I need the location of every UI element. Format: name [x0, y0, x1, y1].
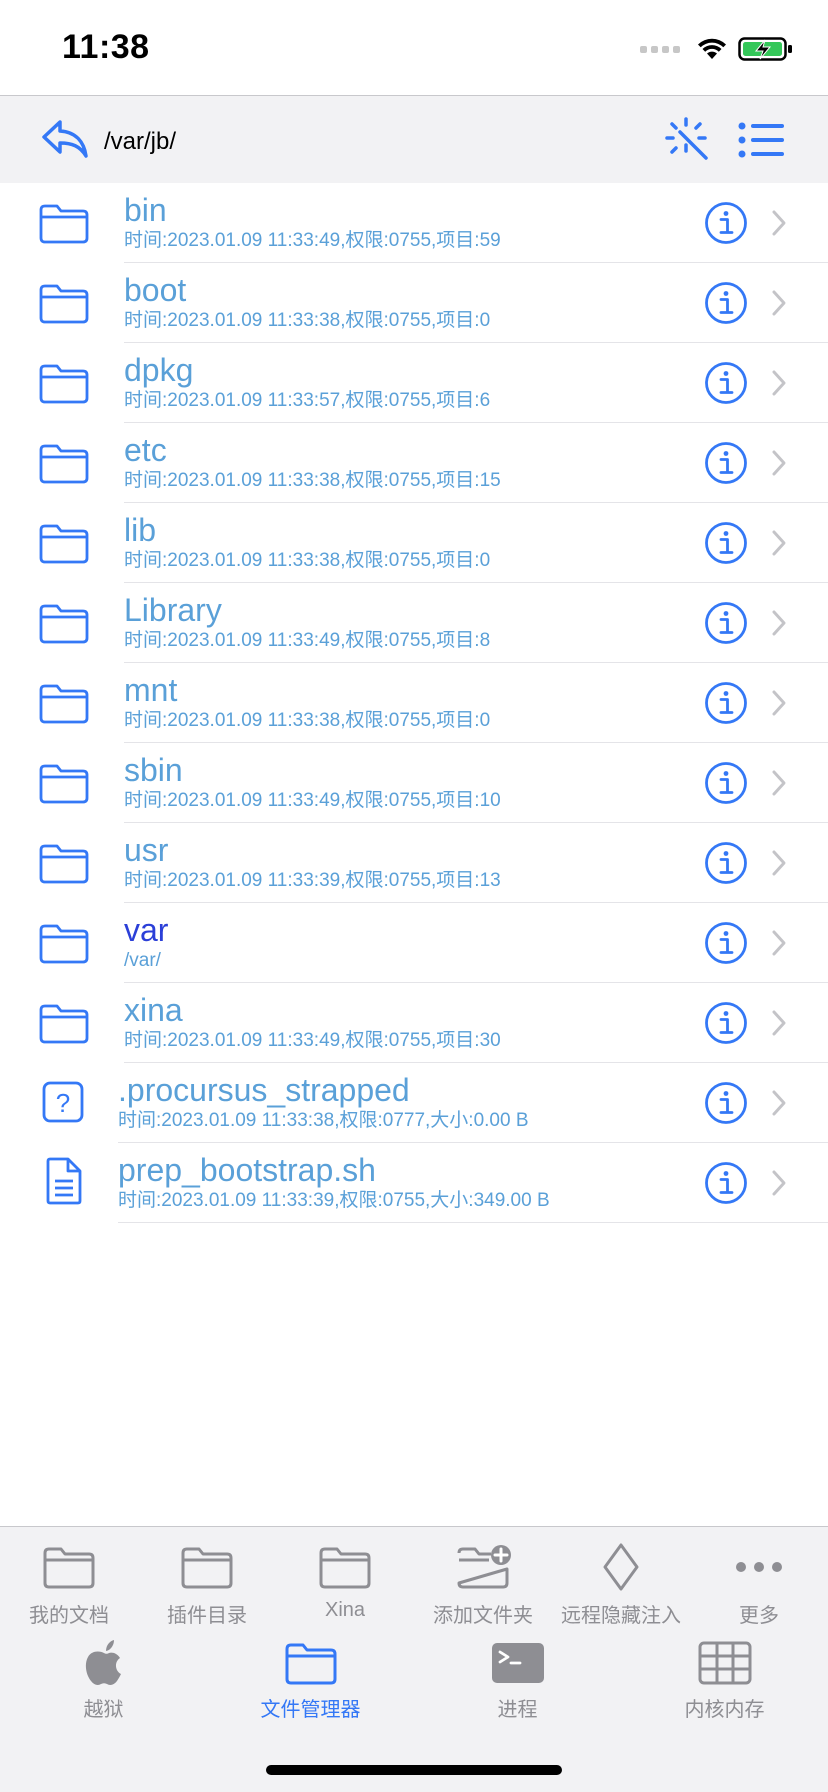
toolbar-item-label: 更多	[739, 1605, 779, 1627]
status-time: 11:38	[62, 28, 150, 66]
chevron-right-icon	[770, 1009, 788, 1037]
file-row[interactable]: xina 时间:2023.01.09 11:33:49,权限:0755,项目:30	[0, 983, 828, 1063]
folder-icon	[41, 1543, 97, 1591]
info-icon[interactable]	[704, 921, 748, 965]
info-icon[interactable]	[704, 761, 748, 805]
navigation-bar: /var/jb/	[0, 95, 828, 183]
tab-item-label: 越狱	[83, 1699, 124, 1721]
toolbar-item-label: 我的文档	[29, 1605, 109, 1627]
chevron-right-icon	[770, 849, 788, 877]
chevron-right-icon	[770, 369, 788, 397]
svg-text:?: ?	[56, 1088, 70, 1118]
chevron-right-icon	[770, 209, 788, 237]
toolbar-item[interactable]: 添加文件夹	[414, 1543, 552, 1628]
unknown-file-icon: ?	[42, 1077, 84, 1125]
chevron-right-icon	[770, 1089, 788, 1117]
chevron-right-icon	[770, 689, 788, 717]
folder-icon	[38, 361, 90, 405]
chevron-right-icon	[770, 769, 788, 797]
file-row[interactable]: usr 时间:2023.01.09 11:33:39,权限:0755,项目:13	[0, 823, 828, 903]
info-icon[interactable]	[704, 841, 748, 885]
toolbar-item[interactable]: 更多	[690, 1543, 828, 1628]
toolbar-item[interactable]: 我的文档	[0, 1543, 138, 1628]
back-arrow-icon[interactable]	[40, 116, 90, 162]
tab-item[interactable]: 进程	[414, 1639, 621, 1722]
tab-item[interactable]: 内核内存	[621, 1639, 828, 1722]
folder-icon	[38, 281, 90, 325]
folder-icon	[38, 521, 90, 565]
folder-icon	[38, 841, 90, 885]
toolbar-item[interactable]: Xina	[276, 1543, 414, 1622]
quick-toolbar: 我的文档 插件目录 Xina 添加文件夹 远程隐藏注入 更多	[0, 1543, 828, 1633]
info-icon[interactable]	[704, 1001, 748, 1045]
status-icons	[640, 32, 794, 66]
tab-item[interactable]: 文件管理器	[207, 1639, 414, 1722]
chevron-right-icon	[770, 929, 788, 957]
file-row[interactable]: mnt 时间:2023.01.09 11:33:38,权限:0755,项目:0	[0, 663, 828, 743]
file-row[interactable]: var/var/	[0, 903, 828, 983]
file-row[interactable]: ? .procursus_strapped 时间:2023.01.09 11:33:…	[0, 1063, 828, 1143]
more-icon	[731, 1543, 787, 1591]
toolbar-item[interactable]: 远程隐藏注入	[552, 1543, 690, 1628]
list-view-icon[interactable]	[738, 118, 784, 162]
folder-icon	[38, 761, 90, 805]
info-icon[interactable]	[704, 1161, 748, 1205]
folder-icon	[283, 1639, 339, 1687]
battery-charging-icon	[738, 37, 792, 61]
file-list: bin 时间:2023.01.09 11:33:49,权限:0755,项目:59 b…	[0, 183, 828, 1223]
folder-icon	[317, 1543, 373, 1591]
magic-wand-icon[interactable]	[664, 116, 712, 164]
file-row[interactable]: bin 时间:2023.01.09 11:33:49,权限:0755,项目:59	[0, 183, 828, 263]
folder-icon	[38, 601, 90, 645]
toolbar-item-label: 添加文件夹	[433, 1605, 533, 1627]
file-row[interactable]: etc 时间:2023.01.09 11:33:38,权限:0755,项目:15	[0, 423, 828, 503]
chevron-right-icon	[770, 609, 788, 637]
file-row[interactable]: dpkg 时间:2023.01.09 11:33:57,权限:0755,项目:6	[0, 343, 828, 423]
folder-add-icon	[455, 1543, 511, 1591]
document-icon	[44, 1157, 82, 1205]
toolbar-item-label: Xina	[324, 1599, 366, 1621]
info-icon[interactable]	[704, 441, 748, 485]
home-indicator	[266, 1765, 562, 1775]
toolbar-item-label: 插件目录	[167, 1605, 247, 1627]
folder-icon	[38, 201, 90, 245]
tab-item-label: 文件管理器	[260, 1699, 361, 1721]
info-icon[interactable]	[704, 521, 748, 565]
info-icon[interactable]	[704, 601, 748, 645]
file-row[interactable]: boot 时间:2023.01.09 11:33:38,权限:0755,项目:0	[0, 263, 828, 343]
tab-bar: 越狱 文件管理器 进程 内核内存	[0, 1639, 828, 1739]
bottom-bar: 我的文档 插件目录 Xina 添加文件夹 远程隐藏注入 更多 越狱 文件管理器 进程 内核内存	[0, 1526, 828, 1792]
info-icon[interactable]	[704, 201, 748, 245]
apple-icon	[76, 1639, 132, 1687]
folder-icon	[38, 441, 90, 485]
file-row[interactable]: prep_bootstrap.sh 时间:2023.01.09 11:33:39,…	[0, 1143, 828, 1223]
chevron-right-icon	[770, 1169, 788, 1197]
info-icon[interactable]	[704, 681, 748, 725]
folder-icon	[38, 1001, 90, 1045]
toolbar-item-label: 远程隐藏注入	[561, 1605, 681, 1627]
file-row[interactable]: Library 时间:2023.01.09 11:33:49,权限:0755,项目…	[0, 583, 828, 663]
chevron-right-icon	[770, 529, 788, 557]
folder-icon	[179, 1543, 235, 1591]
chevron-right-icon	[770, 449, 788, 477]
toolbar-item[interactable]: 插件目录	[138, 1543, 276, 1628]
info-icon[interactable]	[704, 361, 748, 405]
table-icon	[697, 1639, 753, 1687]
tab-item-label: 进程	[497, 1699, 538, 1721]
wifi-icon	[698, 38, 726, 59]
folder-icon	[38, 921, 90, 965]
diamond-icon	[593, 1543, 649, 1591]
tab-item-label: 内核内存	[684, 1699, 765, 1721]
tab-item[interactable]: 越狱	[0, 1639, 207, 1722]
cellular-signal-icon	[640, 45, 680, 53]
chevron-right-icon	[770, 289, 788, 317]
folder-icon	[38, 681, 90, 725]
info-icon[interactable]	[704, 281, 748, 325]
file-row[interactable]: sbin 时间:2023.01.09 11:33:49,权限:0755,项目:10	[0, 743, 828, 823]
current-path: /var/jb/	[104, 128, 177, 155]
terminal-icon	[490, 1639, 546, 1687]
status-bar: 11:38	[0, 0, 828, 95]
info-icon[interactable]	[704, 1081, 748, 1125]
file-row[interactable]: lib 时间:2023.01.09 11:33:38,权限:0755,项目:0	[0, 503, 828, 583]
